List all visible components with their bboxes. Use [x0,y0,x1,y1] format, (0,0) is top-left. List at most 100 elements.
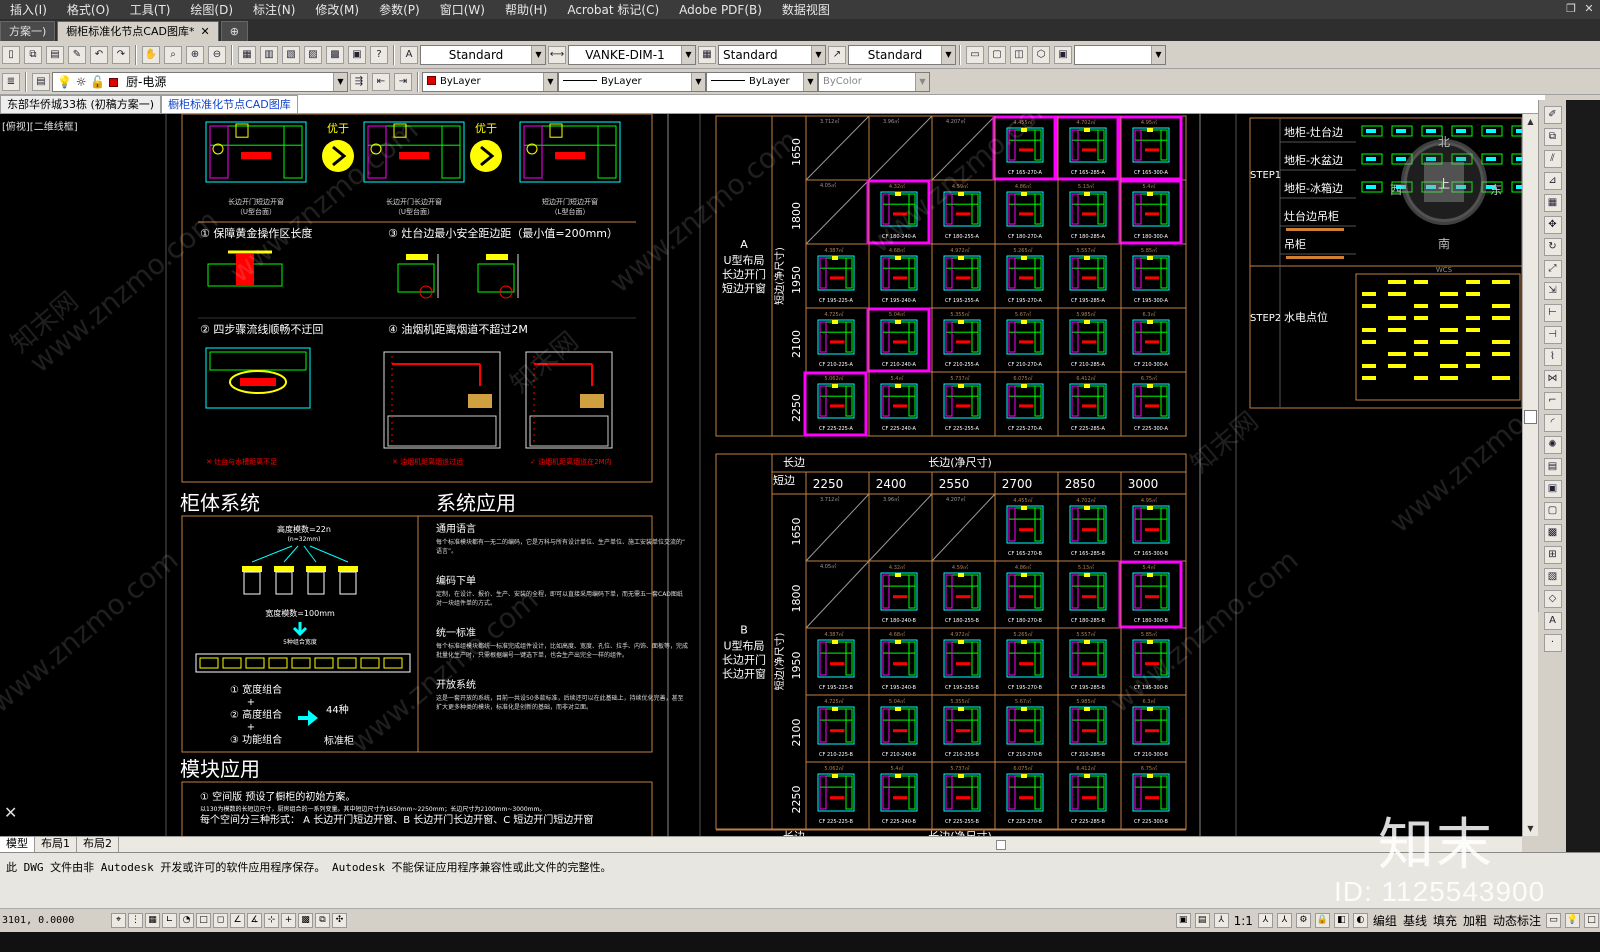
make-current-layer-icon[interactable]: ⇶ [350,72,368,91]
scale-icon[interactable]: ⤢ [1543,260,1562,278]
dynamic-input-icon[interactable]: ⊹ [264,913,279,928]
polygonal-viewport-icon[interactable]: ⬡ [1032,45,1050,64]
erase-icon[interactable]: ✐ [1543,106,1562,124]
move-icon[interactable]: ✥ [1543,216,1562,234]
coordinate-readout[interactable]: 3101, 0.0000 [0,915,110,926]
menu-item[interactable]: 帮助(H) [495,1,557,18]
polar-tracking-icon[interactable]: ◔ [179,913,194,928]
model-space-icon[interactable]: ▣ [1175,913,1191,928]
lineweight-icon[interactable]: + [281,913,296,928]
clip-viewport-icon[interactable]: ◫ [1010,45,1028,64]
group-button[interactable]: 编组 [1371,912,1399,929]
menu-item[interactable]: 绘图(D) [180,1,243,18]
menu-item[interactable]: 格式(O) [57,1,120,18]
point-icon[interactable]: · [1543,634,1562,652]
redo-icon[interactable]: ↷ [112,45,130,64]
paste-icon[interactable]: ▤ [46,45,64,64]
restore-icon[interactable]: ❐ [1564,1,1578,16]
menu-item[interactable]: Adobe PDF(B) [669,3,772,17]
quick-properties-icon[interactable]: ⧉ [315,913,330,928]
ungroup-icon[interactable]: ▢ [1543,502,1562,520]
transparency-icon[interactable]: ▩ [298,913,313,928]
doc-tab-0[interactable]: 东部华侨城33栋 (初稿方案一) [0,95,162,113]
workspace-icon[interactable]: ⚙ [1295,913,1311,928]
offset-icon[interactable]: ⊿ [1543,172,1562,190]
new-file-icon[interactable]: ▯ [2,45,20,64]
scroll-thumb[interactable] [1524,410,1537,424]
annotation-scale-icon[interactable]: ⅄ [1213,913,1229,928]
layer-isolate-icon[interactable]: ⇥ [394,72,412,91]
explode-icon[interactable]: ✺ [1543,436,1562,454]
scroll-thumb[interactable] [996,839,1006,850]
fill-button[interactable]: 填充 [1431,912,1459,929]
menu-item[interactable]: Acrobat 标记(C) [557,1,669,18]
viewport-icon[interactable]: ▭ [966,45,984,64]
drawing-canvas[interactable]: [俯视][二维线框] 优于 优于 长边开门短边开窗 （U型台面） 长边开门长边开窗 （U型台… [0,114,1522,836]
single-viewport-icon[interactable]: ▢ [988,45,1006,64]
stretch-icon[interactable]: ⇲ [1543,282,1562,300]
layer-manager-icon[interactable]: ≣ [2,72,20,91]
layer-states-icon[interactable]: ▤ [32,72,50,91]
mleader-style-select[interactable]: Standard ▼ [848,44,956,65]
cad-drawing[interactable]: [俯视][二维线框] 优于 优于长边开门短边开窗（U型台面）长边开门长边开窗（U型台… [0,114,1522,836]
convert-viewport-icon[interactable]: ▣ [1054,45,1072,64]
dynamic-dim-button[interactable]: 动态标注 [1491,912,1543,929]
baseline-button[interactable]: 基线 [1401,912,1429,929]
vertical-scrollbar[interactable]: ▲ ▼ [1522,114,1538,836]
3d-object-snap-icon[interactable]: ◻ [213,913,228,928]
text-style-select[interactable]: Standard ▼ [420,44,546,65]
object-snap-icon[interactable]: □ [196,913,211,928]
sheet-set-icon[interactable]: ▨ [304,45,322,64]
allow-ucs-icon[interactable]: ∡ [247,913,262,928]
help-icon[interactable]: ? [370,45,388,64]
lock-icon[interactable]: 🔒 [1314,913,1330,928]
array-icon[interactable]: ▦ [1543,194,1562,212]
group-icon[interactable]: ▣ [1543,480,1562,498]
properties-icon[interactable]: ▦ [238,45,256,64]
table-style-icon[interactable]: ▦ [698,45,716,64]
matchprop-icon[interactable]: ✎ [68,45,86,64]
quick-view-icon[interactable]: ▤ [1194,913,1210,928]
break-icon[interactable]: ⌇ [1543,348,1562,366]
clean-screen-icon[interactable]: ▭ [1546,913,1561,928]
scroll-up-icon[interactable]: ▲ [1525,116,1536,127]
hatch-icon[interactable]: ▧ [1543,568,1562,586]
copy-icon[interactable]: ⧉ [24,45,42,64]
calculator-icon[interactable]: ▣ [348,45,366,64]
tray-settings-icon[interactable]: 💡 [1565,913,1580,928]
layer-previous-icon[interactable]: ⇤ [372,72,390,91]
dim-style-select[interactable]: VANKE-DIM-1 ▼ [568,44,696,65]
block-icon[interactable]: ▩ [1543,524,1562,542]
grid-display-icon[interactable]: ▦ [145,913,160,928]
layout-tab-model[interactable]: 模型 [0,837,35,852]
mleader-style-icon[interactable]: ↗ [828,45,846,64]
mirror-icon[interactable]: ⫽ [1543,150,1562,168]
hardware-accel-icon[interactable]: ◧ [1333,913,1349,928]
text-icon[interactable]: A [1543,612,1562,630]
draworder-icon[interactable]: ▤ [1543,458,1562,476]
fullscreen-icon[interactable]: □ [1584,913,1599,928]
table-style-select[interactable]: Standard ▼ [718,44,826,65]
fillet-icon[interactable]: ◜ [1543,414,1562,432]
insert-icon[interactable]: ⊞ [1543,546,1562,564]
isolate-objects-icon[interactable]: ◐ [1352,913,1368,928]
snap-mode-icon[interactable]: ⋮ [128,913,143,928]
undo-icon[interactable]: ↶ [90,45,108,64]
scroll-down-icon[interactable]: ▼ [1525,823,1536,834]
extend-icon[interactable]: ⊣ [1543,326,1562,344]
file-tab-1[interactable]: 橱柜标准化节点CAD图库* ✕ [57,21,219,41]
menu-item[interactable]: 插入(I) [0,1,57,18]
join-icon[interactable]: ⋈ [1543,370,1562,388]
markup-icon[interactable]: ▩ [326,45,344,64]
chamfer-icon[interactable]: ⌐ [1543,392,1562,410]
object-snap-tracking-icon[interactable]: ∠ [230,913,245,928]
plotstyle-select[interactable]: ByColor ▼ [818,71,930,92]
menu-item[interactable]: 参数(P) [369,1,430,18]
close-tab-icon[interactable]: ✕ [200,25,209,38]
zoom-realtime-icon[interactable]: ⌕ [164,45,182,64]
viewport-scale-select[interactable]: ▼ [1074,44,1166,65]
menu-item[interactable]: 数据视图 [772,1,840,18]
linetype-select[interactable]: ByLayer ▼ [558,71,706,92]
tool-palettes-icon[interactable]: ▧ [282,45,300,64]
zoom-window-icon[interactable]: ⊕ [186,45,204,64]
